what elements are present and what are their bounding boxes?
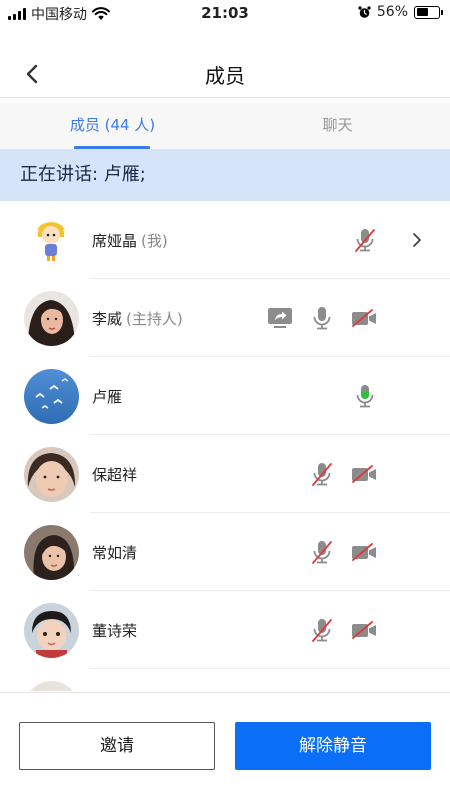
member-name: 卢雁 bbox=[92, 386, 126, 407]
avatar bbox=[24, 681, 79, 691]
avatar bbox=[24, 603, 79, 658]
mic-muted-icon[interactable] bbox=[307, 459, 337, 489]
member-role: (我) bbox=[141, 232, 168, 250]
member-row[interactable]: 卢雁 bbox=[0, 357, 450, 435]
battery-icon bbox=[414, 5, 443, 19]
avatar bbox=[24, 447, 79, 502]
camera-off-icon[interactable] bbox=[349, 303, 379, 333]
avatar bbox=[24, 369, 79, 424]
avatar bbox=[24, 291, 79, 346]
member-row[interactable]: 保超祥 bbox=[0, 435, 450, 513]
camera-off-icon[interactable] bbox=[349, 537, 379, 567]
alarm-icon bbox=[358, 5, 371, 18]
tab-bar: 成员 (44 人) 聊天 bbox=[0, 102, 450, 149]
member-name-text: 李威 bbox=[92, 310, 123, 328]
member-name: 常如清 bbox=[92, 542, 141, 563]
speaking-text: 正在讲话: 卢雁; bbox=[20, 164, 146, 185]
member-row[interactable]: 常如清 bbox=[0, 513, 450, 591]
bottom-action-bar: 邀请 解除静音 bbox=[0, 692, 450, 800]
camera-off-icon[interactable] bbox=[349, 459, 379, 489]
member-row[interactable]: 席娅晶 (我) bbox=[0, 201, 450, 279]
camera-off-icon[interactable] bbox=[349, 615, 379, 645]
member-row[interactable]: 董诗荣 bbox=[0, 591, 450, 669]
member-row[interactable] bbox=[0, 669, 450, 691]
speaking-banner: 正在讲话: 卢雁; bbox=[0, 149, 450, 201]
member-row[interactable]: 李威 (主持人) bbox=[0, 279, 450, 357]
member-name: 董诗荣 bbox=[92, 620, 141, 641]
invite-button[interactable]: 邀请 bbox=[19, 722, 215, 770]
member-name-text: 席娅晶 bbox=[92, 232, 138, 250]
tab-chat[interactable]: 聊天 bbox=[225, 102, 450, 149]
unmute-button[interactable]: 解除静音 bbox=[235, 722, 431, 770]
tab-members[interactable]: 成员 (44 人) bbox=[0, 102, 225, 149]
mic-speaking-icon[interactable] bbox=[350, 381, 380, 411]
status-bar: 中国移动 21:03 56% bbox=[0, 0, 450, 26]
member-name-text: 董诗荣 bbox=[92, 622, 138, 640]
screen-share-icon[interactable] bbox=[265, 303, 295, 333]
member-name: 李威 (主持人) bbox=[92, 308, 183, 329]
battery-fill bbox=[416, 8, 429, 16]
member-name-text: 保超祥 bbox=[92, 466, 138, 484]
member-role: (主持人) bbox=[126, 310, 183, 328]
mic-muted-icon[interactable] bbox=[307, 615, 337, 645]
mic-muted-icon[interactable] bbox=[307, 537, 337, 567]
avatar bbox=[24, 213, 79, 268]
member-name-text: 常如清 bbox=[92, 544, 138, 562]
member-name: 保超祥 bbox=[92, 464, 141, 485]
mic-icon[interactable] bbox=[307, 303, 337, 333]
mic-muted-icon[interactable] bbox=[350, 225, 380, 255]
battery-percent: 56% bbox=[376, 4, 408, 20]
member-name-text: 卢雁 bbox=[92, 388, 123, 406]
chevron-right-icon[interactable] bbox=[402, 225, 432, 255]
member-list[interactable]: 席娅晶 (我) 李威 (主持人) 卢雁 保超祥 常如清 董诗荣 bbox=[0, 201, 450, 691]
page-title: 成员 bbox=[205, 64, 245, 88]
nav-bar: 成员 bbox=[0, 50, 450, 98]
member-name: 席娅晶 (我) bbox=[92, 230, 168, 251]
avatar bbox=[24, 525, 79, 580]
status-right: 56% bbox=[358, 4, 443, 20]
